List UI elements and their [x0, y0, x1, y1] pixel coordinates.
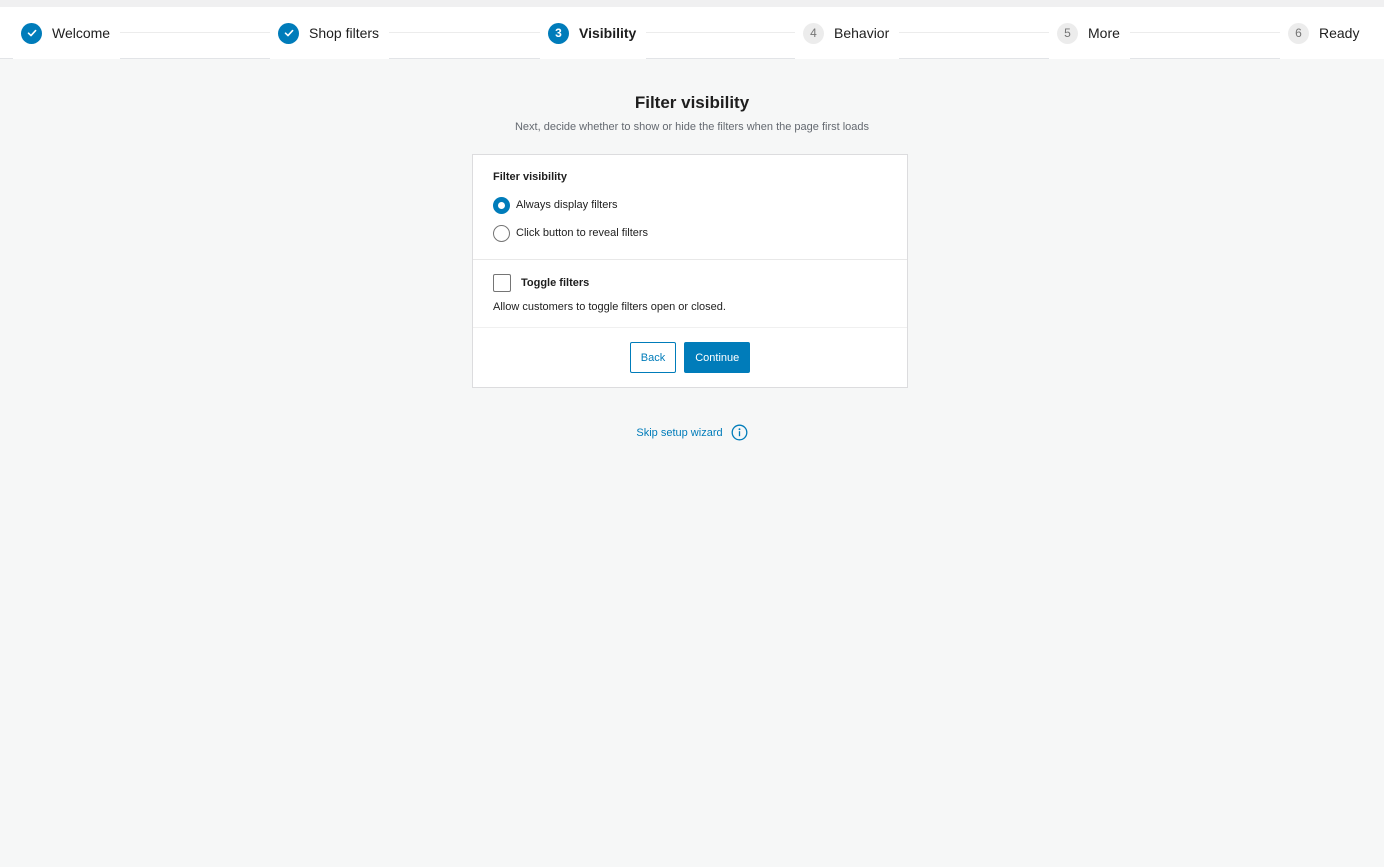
radio-label: Always display filters [516, 199, 618, 211]
setup-stepper: Welcome Shop filters 3 Visibility 4 Beha… [0, 7, 1384, 59]
top-strip [0, 0, 1384, 7]
settings-card: Filter visibility Always display filters… [472, 154, 908, 388]
info-icon[interactable] [731, 424, 748, 441]
step-number: 3 [548, 22, 569, 44]
continue-button[interactable]: Continue [684, 342, 751, 373]
visibility-section: Filter visibility Always display filters… [473, 155, 907, 260]
step-label: More [1088, 25, 1120, 41]
step-behavior[interactable]: 4 Behavior [795, 7, 900, 59]
step-welcome[interactable]: Welcome [13, 7, 121, 59]
back-button[interactable]: Back [629, 342, 677, 373]
toggle-help-text: Allow customers to toggle filters open o… [493, 301, 726, 313]
step-label: Visibility [579, 25, 637, 41]
card-actions: Back Continue [473, 328, 907, 387]
skip-setup-wizard-link[interactable]: Skip setup wizard [636, 427, 722, 439]
step-shop-filters[interactable]: Shop filters [270, 7, 390, 59]
radio-always-display[interactable]: Always display filters [493, 191, 887, 219]
skip-wizard: Skip setup wizard [0, 424, 1384, 441]
step-label: Ready [1319, 25, 1360, 41]
radio-click-to-reveal[interactable]: Click button to reveal filters [493, 219, 887, 247]
toggle-section: Toggle filters Allow customers to toggle… [473, 260, 907, 328]
step-ready[interactable]: 6 Ready [1280, 7, 1384, 59]
radio-button[interactable] [493, 224, 510, 242]
visibility-label: Filter visibility [493, 171, 567, 183]
step-number: 4 [803, 22, 824, 44]
radio-label: Click button to reveal filters [516, 227, 649, 239]
step-label: Behavior [834, 25, 890, 41]
page-subtitle: Next, decide whether to show or hide the… [514, 121, 870, 133]
toggle-filters-row[interactable]: Toggle filters [493, 273, 887, 293]
checkmark-icon [278, 22, 299, 44]
step-label: Welcome [52, 25, 111, 41]
step-number: 6 [1288, 22, 1309, 44]
step-label: Shop filters [309, 25, 380, 41]
toggle-filters-checkbox[interactable] [493, 274, 511, 292]
radio-button-checked[interactable] [493, 196, 510, 214]
checkmark-icon [21, 22, 42, 44]
toggle-filters-label: Toggle filters [521, 277, 590, 289]
step-more[interactable]: 5 More [1049, 7, 1130, 59]
page-title: Filter visibility [634, 93, 750, 112]
stepper-line [40, 32, 1344, 33]
step-visibility[interactable]: 3 Visibility [540, 7, 647, 59]
step-number: 5 [1057, 22, 1078, 44]
